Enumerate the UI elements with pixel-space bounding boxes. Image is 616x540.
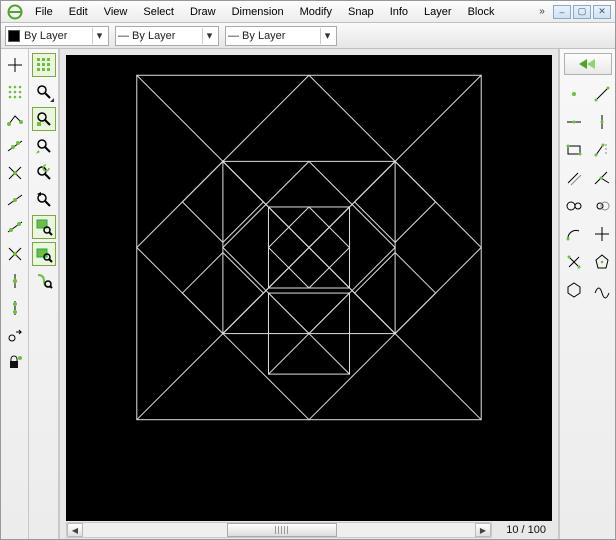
menu-bar: File Edit View Select Draw Dimension Mod… xyxy=(1,1,615,23)
zoom-pan-icon[interactable] xyxy=(32,242,56,266)
tool-rect-icon[interactable] xyxy=(562,138,586,162)
snap-distance-icon[interactable] xyxy=(3,215,27,239)
color-swatch-icon xyxy=(8,30,20,42)
grid-icon[interactable] xyxy=(32,53,56,77)
restrict-ortho-icon[interactable] xyxy=(3,296,27,320)
lock-relative-zero-icon[interactable] xyxy=(3,350,27,374)
zoom-window-icon[interactable] xyxy=(32,215,56,239)
app-logo-icon xyxy=(7,4,23,20)
minimize-button[interactable]: – xyxy=(553,5,571,19)
tool-tangent-icon[interactable] xyxy=(590,222,614,246)
linetype-combo-label: — By Layer xyxy=(228,30,289,42)
tool-point-icon[interactable] xyxy=(562,82,586,106)
scroll-left-icon[interactable]: ◀ xyxy=(67,523,83,537)
window-controls: – ▢ ✕ xyxy=(553,5,611,19)
tool-angle-icon[interactable] xyxy=(562,250,586,274)
close-button[interactable]: ✕ xyxy=(593,5,611,19)
chevron-down-icon: ▾ xyxy=(92,28,106,44)
tool-polygon-icon[interactable] xyxy=(590,250,614,274)
snap-free-icon[interactable] xyxy=(3,53,27,77)
tool-bisector-icon[interactable] xyxy=(590,166,614,190)
drawing-canvas[interactable] xyxy=(66,55,552,521)
relative-zero-icon[interactable] xyxy=(3,323,27,347)
selection-count: 10 / 100 xyxy=(492,524,552,536)
menu-file[interactable]: File xyxy=(27,4,61,20)
tool-circle2p-icon[interactable] xyxy=(590,194,614,218)
canvas-container: ◀ ▶ 10 / 100 xyxy=(59,49,559,539)
linewidth-combo-label: — By Layer xyxy=(118,30,179,42)
snap-on-entity-icon[interactable] xyxy=(3,134,27,158)
tool-circle-icon[interactable] xyxy=(562,194,586,218)
horizontal-scrollbar[interactable]: ◀ ▶ xyxy=(66,522,492,538)
tool-polyline-icon[interactable] xyxy=(590,138,614,162)
snap-endpoint-icon[interactable] xyxy=(3,107,27,131)
chevron-down-icon: ▾ xyxy=(202,28,216,44)
menu-snap[interactable]: Snap xyxy=(340,4,382,20)
menu-modify[interactable]: Modify xyxy=(292,4,340,20)
zoom-auto-icon[interactable] xyxy=(32,161,56,185)
tool-arc-icon[interactable] xyxy=(562,222,586,246)
maximize-button[interactable]: ▢ xyxy=(573,5,591,19)
color-combo[interactable]: By Layer ▾ xyxy=(5,26,109,46)
zoom-in-icon[interactable] xyxy=(32,107,56,131)
zoom-previous-icon[interactable] xyxy=(32,188,56,212)
scroll-right-icon[interactable]: ▶ xyxy=(475,523,491,537)
menu-view[interactable]: View xyxy=(96,4,136,20)
snap-toolbar xyxy=(1,49,29,539)
tool-parallel-icon[interactable] xyxy=(562,166,586,190)
menu-overflow-icon[interactable]: » xyxy=(535,5,549,19)
linetype-combo[interactable]: — By Layer ▾ xyxy=(225,26,337,46)
restrict-nothing-icon[interactable] xyxy=(3,269,27,293)
draw-toolbar xyxy=(559,49,615,539)
left-toolbars xyxy=(1,49,59,539)
snap-grid-icon[interactable] xyxy=(3,80,27,104)
chevron-down-icon: ▾ xyxy=(320,28,334,44)
toolbar-back-button[interactable] xyxy=(564,53,612,75)
scroll-thumb[interactable] xyxy=(227,523,337,537)
tool-hexagon-icon[interactable] xyxy=(562,278,586,302)
zoom-redraw-icon[interactable] xyxy=(32,80,56,104)
menu-edit[interactable]: Edit xyxy=(61,4,96,20)
tool-hline-icon[interactable] xyxy=(562,110,586,134)
view-toolbar xyxy=(29,49,59,539)
menu-info[interactable]: Info xyxy=(382,4,416,20)
properties-toolbar: By Layer ▾ — By Layer ▾ — By Layer ▾ xyxy=(1,23,615,49)
snap-middle-icon[interactable] xyxy=(3,188,27,212)
tool-vline-icon[interactable] xyxy=(590,110,614,134)
snap-center-icon[interactable] xyxy=(3,161,27,185)
zoom-selection-icon[interactable] xyxy=(32,269,56,293)
color-combo-label: By Layer xyxy=(24,30,71,42)
menu-select[interactable]: Select xyxy=(135,4,182,20)
tool-spline-icon[interactable] xyxy=(590,278,614,302)
menu-dimension[interactable]: Dimension xyxy=(224,4,292,20)
snap-intersection-icon[interactable] xyxy=(3,242,27,266)
menu-block[interactable]: Block xyxy=(460,4,503,20)
menu-layer[interactable]: Layer xyxy=(416,4,460,20)
zoom-out-icon[interactable] xyxy=(32,134,56,158)
linewidth-combo[interactable]: — By Layer ▾ xyxy=(115,26,219,46)
tool-line-icon[interactable] xyxy=(590,82,614,106)
menu-draw[interactable]: Draw xyxy=(182,4,224,20)
